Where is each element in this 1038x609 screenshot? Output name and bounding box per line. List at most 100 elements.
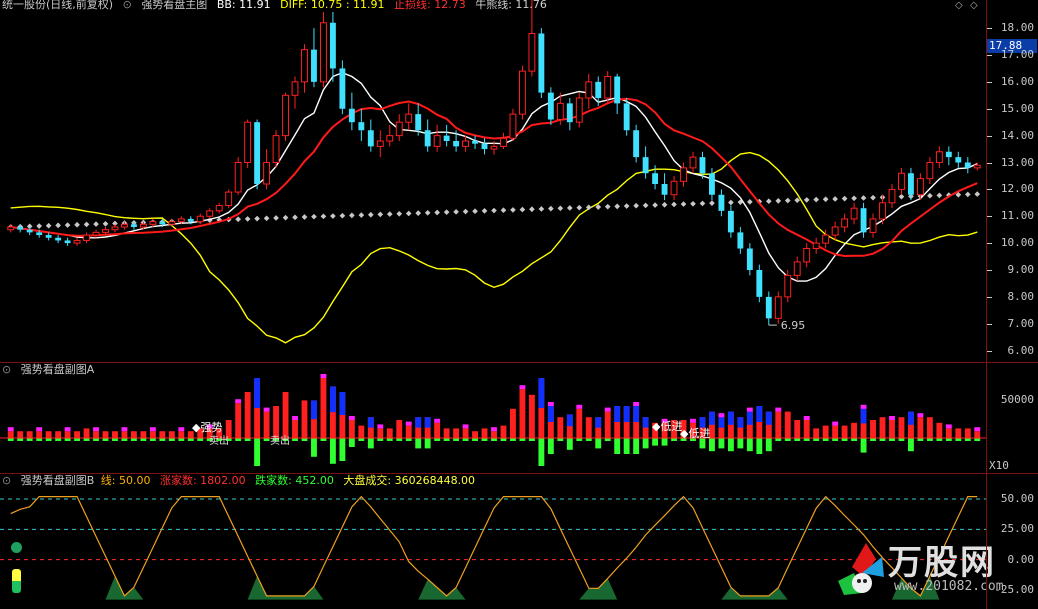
collapse-icon[interactable]: ⊙	[123, 0, 132, 11]
volume-bar-body	[7, 431, 14, 438]
bull-bear-dot	[358, 212, 365, 218]
bull-bear-dot	[642, 202, 649, 209]
sub-a-indicator-name[interactable]: 强势看盘副图A	[21, 363, 95, 376]
volume-bar	[926, 417, 933, 441]
bull-bear-dot	[367, 211, 374, 218]
bull-bear-dot	[538, 206, 545, 212]
candle	[367, 119, 374, 152]
volume-bar-cap	[348, 416, 355, 420]
candle-body	[727, 210, 734, 233]
candle	[339, 60, 346, 115]
volume-bar	[443, 428, 450, 441]
volume-bar-cap	[405, 421, 412, 426]
volume-bar-down	[860, 438, 867, 453]
candle	[311, 28, 317, 88]
settings-diamond-icon[interactable]: ◇	[970, 0, 978, 11]
volume-bar-cap	[377, 424, 384, 429]
volume-bar	[320, 374, 327, 441]
volume-bar	[595, 417, 602, 449]
candle	[244, 119, 252, 168]
sub-chart-a-pane[interactable]: ⊙ 强势看盘副图A 50000 X10 ◆强势 卖出 卖出 ◆低进 ◆低进	[0, 363, 1038, 473]
candle-body	[812, 242, 820, 249]
main-chart-pane[interactable]: 19.606.95 统一股份(日线,前复权) ⊙ 强势看盘主图 BB: 11.9…	[0, 0, 1038, 362]
volume-bar-body	[510, 408, 516, 438]
candle-body	[424, 130, 431, 147]
indicator-name[interactable]: 强势看盘主图	[141, 0, 207, 11]
volume-bar-down	[415, 438, 422, 449]
volume-bar	[803, 416, 810, 441]
stock-label: 统一股份(日线,前复权)	[2, 0, 114, 11]
sub-b-indicator-name[interactable]: 强势看盘副图B	[21, 474, 95, 487]
volume-bar-body	[121, 431, 128, 438]
volume-bar	[386, 428, 393, 441]
volume-bar	[756, 406, 763, 454]
candle	[26, 227, 33, 236]
bull-bear-dot	[728, 199, 734, 206]
volume-chart[interactable]	[0, 363, 1038, 473]
volume-bar-body	[917, 417, 924, 438]
price-axis-label: 11.00	[1000, 209, 1034, 223]
candle-body	[869, 218, 877, 233]
volume-bar-overlay	[623, 406, 630, 422]
candle-body	[386, 135, 394, 142]
volume-bar-body	[879, 417, 886, 438]
sub-chart-b-pane[interactable]: ⊙ 强势看盘副图B 线: 50.00 涨家数: 1802.00 跌家数: 452…	[0, 474, 1038, 609]
volume-bar-overlay	[633, 406, 640, 422]
volume-bar-down	[907, 438, 914, 452]
price-axis-tick	[987, 270, 992, 271]
candlestick-chart[interactable]: 19.606.95	[0, 0, 1038, 362]
mini-gauge-icon[interactable]	[12, 569, 21, 593]
volume-bar-overlay	[424, 417, 431, 428]
candle-body	[595, 81, 602, 98]
volume-bar-cap	[576, 404, 583, 409]
candle	[291, 76, 299, 109]
volume-bar-cap	[889, 416, 895, 420]
volume-bar-down	[614, 438, 621, 454]
volume-bar	[301, 400, 308, 441]
volume-bar	[424, 417, 431, 449]
candle	[841, 213, 849, 233]
candle-body	[395, 121, 403, 137]
candle-body	[254, 122, 261, 184]
volume-bar-body	[130, 431, 137, 438]
volume-bar	[453, 428, 460, 441]
candle	[964, 157, 971, 174]
bull-bear-dot	[377, 211, 384, 218]
volume-bar-body	[74, 431, 81, 438]
candle	[538, 28, 545, 98]
candle-body	[774, 296, 782, 319]
candle	[358, 108, 365, 141]
volume-bar-body	[178, 431, 185, 438]
bull-bear-dot	[832, 196, 838, 202]
candle-body	[746, 248, 753, 270]
volume-bar-body	[386, 428, 393, 438]
price-axis-label: 14.00	[1000, 128, 1034, 142]
diamond-icon[interactable]: ◇	[955, 0, 963, 11]
collapse-icon-a[interactable]: ⊙	[2, 363, 11, 376]
volume-bar-cap	[945, 424, 952, 429]
candle-body	[538, 33, 545, 93]
bull-bear-dot	[671, 201, 677, 208]
volume-bar-cap	[917, 413, 924, 418]
volume-bar-body	[292, 420, 298, 438]
volume-bar	[945, 424, 952, 441]
volume-bar-cap	[235, 399, 242, 404]
bull-bear-dot	[690, 200, 696, 207]
candle-body	[415, 114, 422, 131]
candle	[737, 227, 744, 254]
candle	[55, 235, 62, 244]
volume-bar-body	[557, 417, 564, 438]
candle-body	[263, 162, 271, 185]
collapse-icon-b[interactable]: ⊙	[2, 474, 11, 487]
volume-bar-body	[889, 420, 895, 438]
candle-body	[509, 113, 517, 139]
candle	[234, 157, 242, 195]
candle	[869, 213, 877, 238]
candle-body	[879, 202, 886, 220]
candle	[481, 138, 488, 155]
volume-bar	[746, 407, 753, 452]
bull-bear-dot	[633, 202, 639, 209]
axis-separator	[986, 0, 987, 609]
candle-body	[472, 141, 478, 144]
mini-slider-icon[interactable]	[11, 542, 22, 553]
